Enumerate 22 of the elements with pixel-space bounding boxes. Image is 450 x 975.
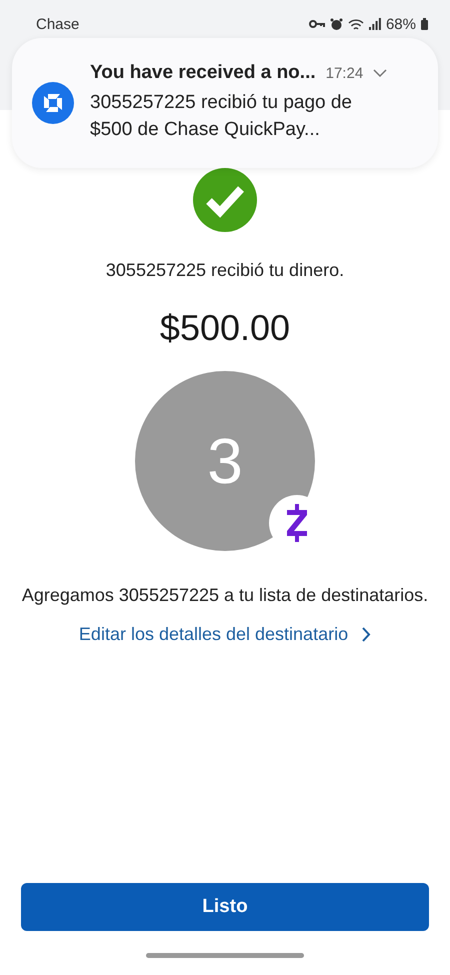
amount: $500.00 <box>160 307 290 349</box>
battery-icon <box>421 18 428 30</box>
notification-time: 17:24 <box>326 64 364 82</box>
chevron-down-icon[interactable] <box>373 69 388 78</box>
done-button[interactable]: Listo <box>21 883 429 931</box>
alarm-icon <box>330 18 343 30</box>
recipient-note: Agregamos 3055257225 a tu lista de destinatarios. <box>22 585 428 606</box>
key-icon <box>308 19 325 29</box>
check-icon <box>193 168 257 232</box>
notification-title: You have received a no... <box>90 62 316 84</box>
z-logo-icon <box>286 504 308 542</box>
battery-level: 68% <box>386 16 416 32</box>
app-name: Chase <box>36 16 80 32</box>
edit-details-link[interactable]: Editar los detalles del destinatario <box>78 624 372 645</box>
chevron-right-icon <box>362 627 372 642</box>
signal-icon <box>368 18 381 30</box>
wifi-icon <box>348 18 364 30</box>
bank-logo-icon <box>32 82 74 124</box>
recipient-avatar: 3 <box>135 371 315 551</box>
confirmation-message: 3055257225 recibió tu dinero. <box>106 260 344 281</box>
notification-body: 3055257225 recibió tu pago de $500 de Chase QuickPay... <box>90 91 354 142</box>
notification-card[interactable]: You have received a no... 17:24 3055257225 recibió tu pago de $500 de Chase QuickPay... <box>12 38 438 168</box>
